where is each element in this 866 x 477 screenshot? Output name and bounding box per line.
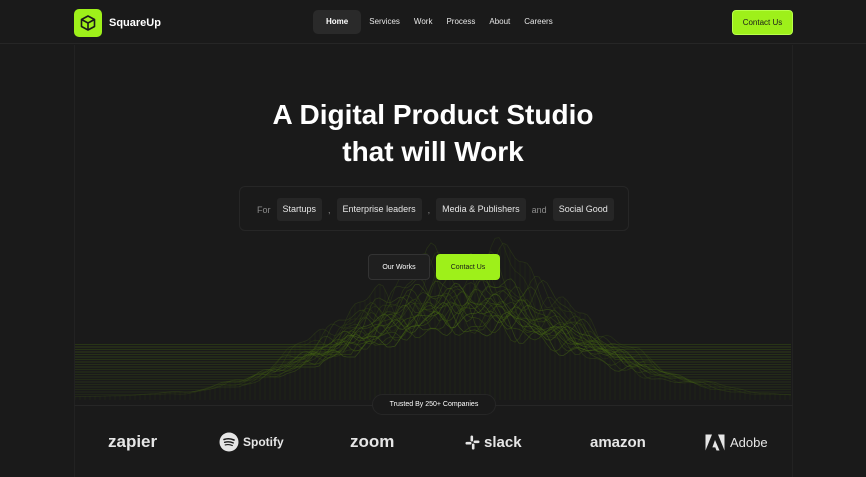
tag-separator: and <box>531 204 547 215</box>
adobe-wordmark: Adobe <box>730 434 768 450</box>
wave-line <box>75 288 791 365</box>
spotify-logo: Spotify <box>219 430 284 454</box>
for-label: For <box>257 204 271 215</box>
nav-item-home[interactable]: Home <box>313 10 362 34</box>
wave-line <box>75 274 791 388</box>
hero-title: A Digital Product Studio that will Work <box>0 96 866 170</box>
wave-line <box>75 278 791 373</box>
audience-tags: For Startups , Enterprise leaders , Medi… <box>257 198 618 221</box>
brand-logo[interactable]: SquareUp <box>74 9 161 37</box>
wave-line <box>75 279 791 370</box>
wave-line <box>75 293 791 348</box>
adobe-icon <box>705 434 725 450</box>
hero-title-line-1: A Digital Product Studio <box>272 99 594 130</box>
nav-item-process[interactable]: Process <box>439 10 482 34</box>
tag-enterprise-leaders: Enterprise leaders <box>336 198 422 221</box>
spotify-icon <box>219 432 239 452</box>
wave-line <box>75 286 791 375</box>
hero-title-line-2: that will Work <box>342 136 524 167</box>
nav-contact-button[interactable]: Contact Us <box>732 10 793 35</box>
tag-separator: , <box>328 204 331 215</box>
cube-logo-icon <box>74 9 102 37</box>
wave-line <box>75 282 791 358</box>
spotify-wordmark: Spotify <box>243 435 284 449</box>
tag-media-publishers: Media & Publishers <box>436 198 526 221</box>
tag-separator: , <box>427 204 431 215</box>
amazon-wordmark: amazon <box>590 433 646 451</box>
amazon-logo: amazon <box>590 430 646 454</box>
nav-item-about[interactable]: About <box>482 10 517 34</box>
tag-startups: Startups <box>276 198 323 221</box>
nav-item-careers[interactable]: Careers <box>517 10 559 34</box>
hero-contact-button[interactable]: Contact Us <box>436 254 500 280</box>
slack-wordmark: slack <box>484 433 522 451</box>
top-navbar: SquareUp Home Services Work Process Abou… <box>0 0 866 44</box>
client-logos-strip <box>74 405 793 477</box>
zoom-wordmark: zoom <box>350 432 395 451</box>
nav-item-services[interactable]: Services <box>362 10 407 34</box>
zapier-wordmark: zapier <box>108 432 158 451</box>
slack-logo: slack <box>465 430 522 454</box>
brand-name: SquareUp <box>109 17 161 29</box>
slack-icon <box>465 435 480 449</box>
tag-social-good: Social Good <box>552 198 614 221</box>
zapier-logo: zapier <box>108 430 157 454</box>
adobe-logo: Adobe <box>705 430 768 454</box>
nav-item-work[interactable]: Work <box>407 10 440 34</box>
zoom-logo: zoom <box>350 430 394 454</box>
main-nav: Home Services Work Process About Careers <box>313 10 560 34</box>
trusted-badge: Trusted By 250+ Companies <box>372 394 496 415</box>
our-works-button[interactable]: Our Works <box>368 254 430 280</box>
